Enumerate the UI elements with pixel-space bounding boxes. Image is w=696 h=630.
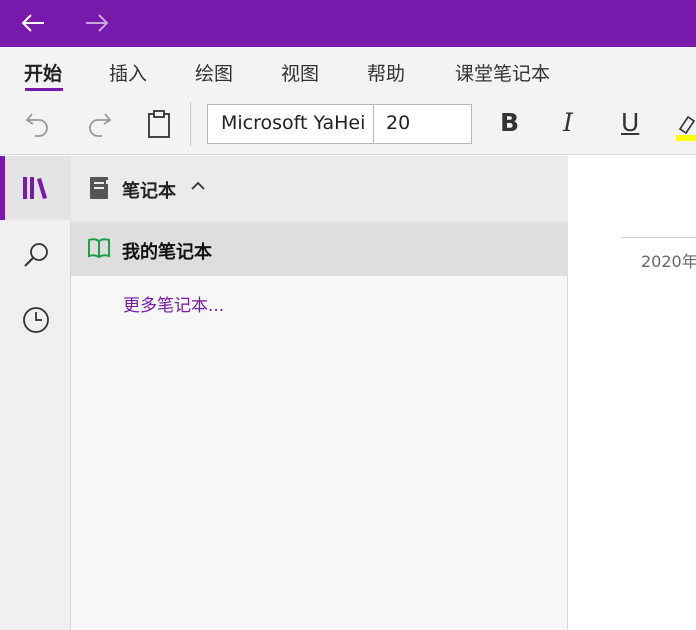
page-title-underline xyxy=(621,237,696,238)
page-canvas[interactable]: 2020年 xyxy=(569,156,696,630)
rail-search[interactable] xyxy=(0,223,71,287)
open-book-icon xyxy=(88,238,110,259)
bold-button[interactable]: B xyxy=(500,107,519,139)
font-name-field[interactable]: Microsoft YaHei xyxy=(207,104,374,144)
title-bar xyxy=(0,0,696,47)
rail-active-indicator xyxy=(0,156,5,220)
redo-icon xyxy=(89,113,112,137)
toolbar: Microsoft YaHei 20 B I U xyxy=(0,95,696,155)
clipboard-icon xyxy=(148,110,170,138)
notebook-icon xyxy=(90,177,109,199)
font-size-field[interactable]: 20 xyxy=(373,104,472,144)
highlight-button[interactable] xyxy=(676,107,696,143)
notebook-item-my-notebook[interactable]: 我的笔记本 xyxy=(71,222,568,276)
tab-insert[interactable]: 插入 xyxy=(109,59,147,86)
notebook-item-label: 我的笔记本 xyxy=(122,242,212,263)
chevron-up-icon xyxy=(191,181,205,190)
notebooks-icon xyxy=(22,177,47,199)
undo-button[interactable] xyxy=(21,105,55,143)
notebooks-header-title: 笔记本 xyxy=(122,181,176,202)
underline-button[interactable]: U xyxy=(621,107,639,139)
notebook-panel: 笔记本 我的笔记本 更多笔记本... xyxy=(71,156,568,630)
active-tab-indicator xyxy=(25,88,63,91)
notebooks-header[interactable]: 笔记本 xyxy=(71,156,568,222)
toolbar-separator xyxy=(190,102,191,146)
tab-view[interactable]: 视图 xyxy=(281,59,319,86)
forward-button[interactable] xyxy=(80,8,114,38)
highlighter-icon xyxy=(676,115,696,141)
ribbon-tabs: 开始 插入 绘图 视图 帮助 课堂笔记本 xyxy=(0,47,696,95)
paste-button[interactable] xyxy=(142,105,176,143)
rail-recent[interactable] xyxy=(0,288,71,352)
undo-icon xyxy=(25,113,48,137)
redo-button[interactable] xyxy=(82,105,116,143)
tab-draw[interactable]: 绘图 xyxy=(195,59,233,86)
more-notebooks-link[interactable]: 更多笔记本... xyxy=(123,291,224,316)
rail-notebooks[interactable] xyxy=(0,156,71,220)
arrow-right-icon xyxy=(86,14,109,32)
italic-button[interactable]: I xyxy=(563,107,573,139)
page-date: 2020年 xyxy=(641,252,696,271)
search-icon xyxy=(23,243,48,267)
tab-class-notebook[interactable]: 课堂笔记本 xyxy=(455,59,550,86)
arrow-left-icon xyxy=(21,14,44,32)
tab-help[interactable]: 帮助 xyxy=(367,59,405,86)
left-rail xyxy=(0,156,71,630)
tab-home[interactable]: 开始 xyxy=(24,59,62,86)
back-button[interactable] xyxy=(16,8,50,38)
recent-clock-icon xyxy=(22,307,49,333)
